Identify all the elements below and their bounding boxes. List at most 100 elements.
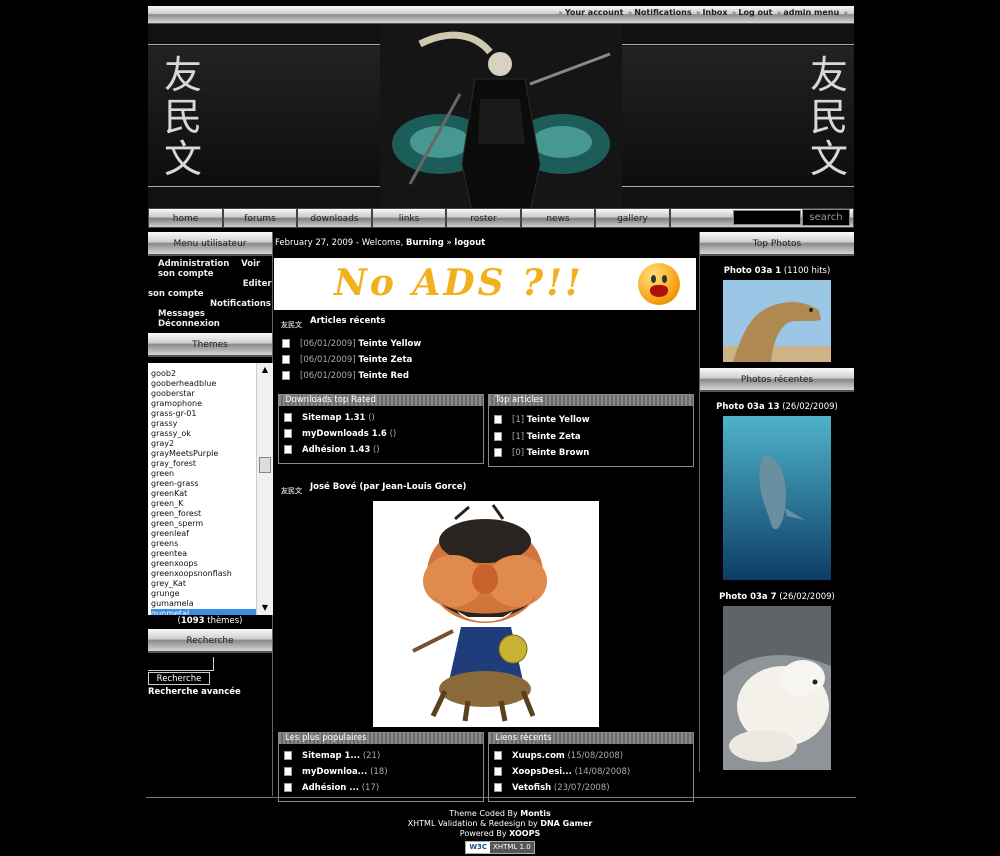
- themes-scrollbar[interactable]: ▲ ▼: [256, 363, 273, 615]
- menu-administration[interactable]: Administration: [158, 259, 229, 269]
- list-item[interactable]: Xuups.com (15/08/2008): [494, 748, 693, 764]
- footer: Theme Coded By Montis XHTML Validation &…: [0, 809, 1000, 854]
- document-icon: [284, 767, 292, 776]
- theme-option[interactable]: greenKat: [151, 489, 256, 499]
- redesign-author-link[interactable]: DNA Gamer: [540, 819, 592, 828]
- list-item[interactable]: [1] Teinte Zeta: [494, 429, 693, 446]
- list-item[interactable]: [0] Teinte Brown: [494, 445, 693, 462]
- xhtml-valid-badge[interactable]: W3C XHTML 1.0: [465, 841, 535, 854]
- menu-messages[interactable]: Messages: [158, 309, 205, 319]
- ad-banner[interactable]: No ADS ?!!: [274, 258, 696, 310]
- tab-downloads[interactable]: downloads: [297, 208, 372, 228]
- theme-option[interactable]: gray2: [151, 439, 256, 449]
- list-item[interactable]: Adhésion 1.43 (): [284, 442, 483, 458]
- tab-news[interactable]: news: [521, 208, 595, 228]
- theme-option[interactable]: goob2: [151, 369, 256, 379]
- tab-forums[interactable]: forums: [223, 208, 297, 228]
- tab-links[interactable]: links: [372, 208, 446, 228]
- search-input[interactable]: [148, 657, 214, 671]
- list-item[interactable]: XoopsDesi... (14/08/2008): [494, 764, 693, 780]
- document-icon: [284, 445, 292, 454]
- theme-option[interactable]: green_sperm: [151, 519, 256, 529]
- document-icon: [284, 413, 292, 422]
- recent-articles-title: 友民文 Articles récents: [274, 312, 698, 330]
- menu-notifications[interactable]: Notifications: [210, 299, 271, 309]
- list-item[interactable]: [06/01/2009] Teinte Yellow: [282, 336, 698, 352]
- warrior-banner-image: [380, 24, 622, 212]
- theme-option[interactable]: green_K: [151, 499, 256, 509]
- theme-option[interactable]: gramophone: [151, 399, 256, 409]
- polar-bear-photo[interactable]: [723, 606, 831, 770]
- advanced-search-link[interactable]: Recherche avancée: [148, 687, 272, 697]
- header-search-button[interactable]: search: [802, 209, 850, 226]
- inbox-link[interactable]: Inbox: [702, 8, 727, 17]
- list-item[interactable]: myDownloa... (18): [284, 764, 483, 780]
- theme-option[interactable]: gray_forest: [151, 459, 256, 469]
- admin-menu-link[interactable]: admin menu: [783, 8, 839, 17]
- list-item[interactable]: Vetofish (23/07/2008): [494, 780, 693, 796]
- tab-roster[interactable]: roster: [446, 208, 521, 228]
- theme-option[interactable]: greenxoops: [151, 559, 256, 569]
- usermenu-title: Menu utilisateur: [148, 232, 272, 256]
- theme-option[interactable]: grey_Kat: [151, 579, 256, 589]
- list-item[interactable]: [06/01/2009] Teinte Red: [282, 368, 698, 384]
- search-title: Recherche: [148, 629, 272, 653]
- tab-home[interactable]: home: [148, 208, 223, 228]
- theme-option[interactable]: greenxoopsnonflash: [151, 569, 256, 579]
- theme-option[interactable]: grass-gr-01: [151, 409, 256, 419]
- document-icon: [494, 431, 502, 441]
- top-photos-title: Top Photos: [700, 232, 854, 256]
- welcome-logout-link[interactable]: logout: [454, 238, 485, 248]
- scroll-down-icon[interactable]: ▼: [257, 601, 273, 615]
- scroll-up-icon[interactable]: ▲: [257, 363, 273, 377]
- angry-smiley-icon: [638, 263, 680, 305]
- recent-links-block: Liens récents Xuups.com (15/08/2008) Xoo…: [488, 732, 694, 802]
- theme-option[interactable]: gooberheadblue: [151, 379, 256, 389]
- top-articles-block: Top articles [1] Teinte Yellow [1] Teint…: [488, 394, 694, 467]
- theme-option[interactable]: grayMeetsPurple: [151, 449, 256, 459]
- menu-logout[interactable]: Déconnexion: [158, 319, 220, 329]
- themes-listbox[interactable]: goob2 gooberheadblue gooberstar gramophone g…: [148, 363, 273, 615]
- ad-text: No ADS ?!!: [334, 262, 584, 304]
- logout-link[interactable]: Log out: [738, 8, 772, 17]
- scroll-thumb[interactable]: [259, 457, 271, 473]
- your-account-link[interactable]: Your account: [565, 8, 624, 17]
- theme-option[interactable]: greenleaf: [151, 529, 256, 539]
- notifications-link[interactable]: Notifications: [634, 8, 691, 17]
- list-item[interactable]: Sitemap 1... (21): [284, 748, 483, 764]
- menu-edit-account[interactable]: Editer son compte: [148, 279, 272, 299]
- theme-option[interactable]: grunge: [151, 589, 256, 599]
- recent-photos-title: Photos récentes: [700, 368, 854, 392]
- xoops-link[interactable]: XOOPS: [509, 829, 540, 838]
- theme-option[interactable]: gumamela: [151, 599, 256, 609]
- recent-articles-list: [06/01/2009] Teinte Yellow [06/01/2009] …: [274, 336, 698, 384]
- popular-block: Les plus populaires Sitemap 1... (21) my…: [278, 732, 484, 802]
- tab-gallery[interactable]: gallery: [595, 208, 670, 228]
- theme-option[interactable]: grassy: [151, 419, 256, 429]
- footer-divider: [146, 797, 856, 798]
- downloads-title: Downloads top Rated: [279, 395, 483, 406]
- kanji-left: 友民文: [163, 53, 202, 181]
- theme-option[interactable]: green: [151, 469, 256, 479]
- themes-list[interactable]: goob2 gooberheadblue gooberstar gramophone g…: [148, 363, 256, 615]
- list-item[interactable]: Sitemap 1.31 (): [284, 410, 483, 426]
- theme-option[interactable]: gunmetal: [151, 609, 256, 615]
- photo-caption: Photo 03a 13 (26/02/2009): [716, 402, 838, 412]
- author-link[interactable]: Montis: [520, 809, 550, 818]
- theme-option[interactable]: greens: [151, 539, 256, 549]
- header-search-input[interactable]: [733, 210, 801, 225]
- theme-option[interactable]: green-grass: [151, 479, 256, 489]
- list-item[interactable]: myDownloads 1.6 (): [284, 426, 483, 442]
- recent-links-title: Liens récents: [489, 733, 693, 744]
- list-item[interactable]: [1] Teinte Yellow: [494, 412, 693, 429]
- list-item[interactable]: Adhésion ... (17): [284, 780, 483, 796]
- caricature-image[interactable]: [373, 501, 599, 727]
- list-item[interactable]: [06/01/2009] Teinte Zeta: [282, 352, 698, 368]
- theme-option[interactable]: green_forest: [151, 509, 256, 519]
- theme-option[interactable]: grassy_ok: [151, 429, 256, 439]
- theme-option[interactable]: greentea: [151, 549, 256, 559]
- dolphin-photo[interactable]: [723, 416, 831, 580]
- search-button[interactable]: Recherche: [148, 672, 210, 685]
- camel-photo[interactable]: [723, 280, 831, 362]
- theme-option[interactable]: gooberstar: [151, 389, 256, 399]
